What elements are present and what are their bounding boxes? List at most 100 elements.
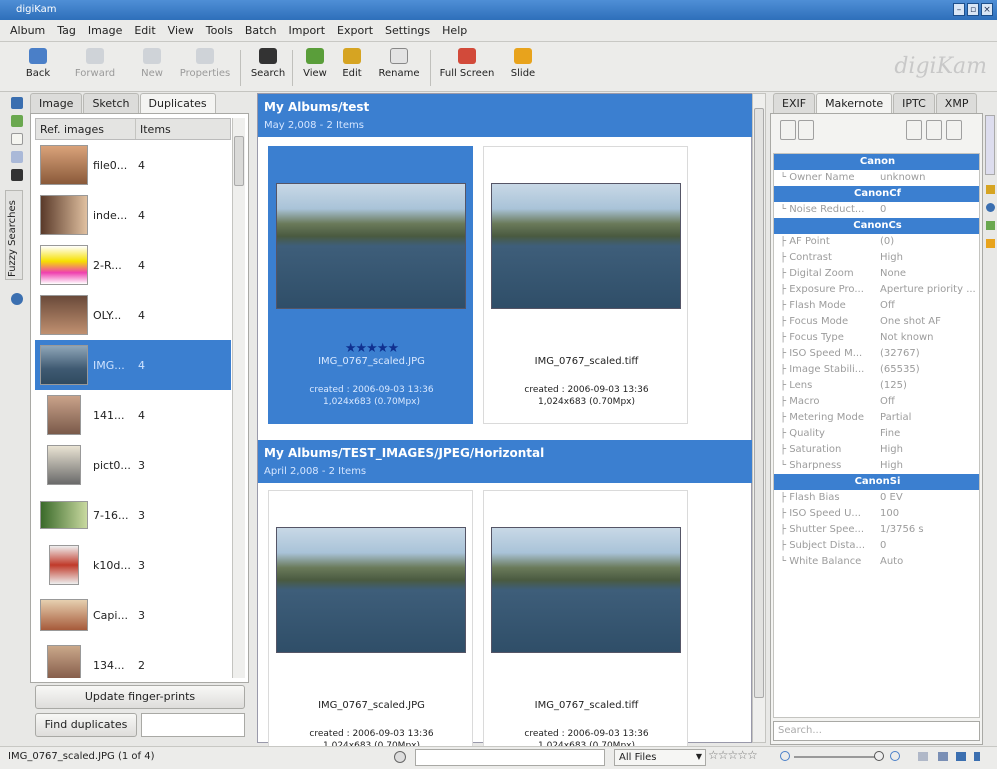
- metadata-row[interactable]: ├ ISO Speed U... 100: [774, 506, 979, 522]
- scrollbar-thumb[interactable]: [754, 108, 764, 698]
- menu-image[interactable]: Image: [88, 24, 122, 37]
- properties-button[interactable]: Properties: [176, 48, 234, 88]
- metadata-row[interactable]: └ Owner Name unknown: [774, 170, 979, 186]
- file-type-filter[interactable]: All Files ▼: [614, 749, 706, 766]
- metadata-row[interactable]: ├ Focus Type Not known: [774, 330, 979, 346]
- scrollbar-thumb[interactable]: [234, 136, 244, 186]
- full-view-icon[interactable]: [798, 120, 814, 140]
- column-items[interactable]: Items: [136, 119, 230, 139]
- metadata-row[interactable]: ├ Digital Zoom None: [774, 266, 979, 282]
- metadata-row[interactable]: ├ Focus Mode One shot AF: [774, 314, 979, 330]
- simple-view-icon[interactable]: [780, 120, 796, 140]
- tab-image[interactable]: Image: [30, 93, 83, 113]
- maximize-button[interactable]: ▫: [967, 3, 979, 16]
- find-duplicates-button[interactable]: Find duplicates: [35, 713, 137, 737]
- metadata-row[interactable]: ├ ISO Speed M... (32767): [774, 346, 979, 362]
- previous-image-icon[interactable]: [938, 752, 948, 761]
- metadata-row[interactable]: ├ AF Point (0): [774, 234, 979, 250]
- tags-icon[interactable]: [11, 115, 23, 127]
- map-search-icon[interactable]: [11, 293, 23, 305]
- duplicate-row[interactable]: 134... 2: [35, 640, 231, 678]
- full-screen-button[interactable]: Full Screen: [436, 48, 498, 88]
- new-button[interactable]: New: [138, 48, 166, 88]
- metadata-row[interactable]: ├ Shutter Spee... 1/3756 s: [774, 522, 979, 538]
- first-image-icon[interactable]: [918, 752, 928, 761]
- duplicate-row[interactable]: file0... 4: [35, 140, 231, 190]
- duplicate-row[interactable]: 141... 4: [35, 390, 231, 440]
- duplicates-scrollbar[interactable]: [232, 118, 245, 678]
- image-card[interactable]: IMG_0767_scaled.tiff created : 2006-09-0…: [483, 490, 688, 768]
- metadata-row[interactable]: ├ Metering Mode Partial: [774, 410, 979, 426]
- image-card[interactable]: ★★★★★ IMG_0767_scaled.JPG created : 2006…: [268, 146, 473, 424]
- duplicate-row[interactable]: pict0... 3: [35, 440, 231, 490]
- metadata-row[interactable]: ├ Lens (125): [774, 378, 979, 394]
- fuzzy-searches-tab[interactable]: Fuzzy Searches: [5, 190, 23, 280]
- zoom-out-icon[interactable]: [780, 751, 790, 761]
- metadata-row[interactable]: ├ Macro Off: [774, 394, 979, 410]
- metadata-row[interactable]: ├ Flash Mode Off: [774, 298, 979, 314]
- menu-help[interactable]: Help: [442, 24, 467, 37]
- tab-iptc[interactable]: IPTC: [893, 93, 935, 113]
- search-icon[interactable]: [11, 169, 23, 181]
- duplicate-row[interactable]: Capi... 3: [35, 590, 231, 640]
- duplicate-row[interactable]: 7-16... 3: [35, 490, 231, 540]
- tab-sketch[interactable]: Sketch: [83, 93, 139, 113]
- back-button[interactable]: Back: [22, 48, 54, 88]
- slide-button[interactable]: Slide: [508, 48, 538, 88]
- tab-makernote[interactable]: Makernote: [816, 93, 893, 113]
- metadata-row[interactable]: ├ Flash Bias 0 EV: [774, 490, 979, 506]
- menu-batch[interactable]: Batch: [245, 24, 277, 37]
- metadata-row[interactable]: ├ Exposure Pro... Aperture priority ...: [774, 282, 979, 298]
- edit-button[interactable]: Edit: [338, 48, 366, 88]
- properties-tab-icon[interactable]: [985, 115, 995, 175]
- metadata-row[interactable]: ├ Saturation High: [774, 442, 979, 458]
- icon-view-scrollbar[interactable]: [752, 93, 766, 743]
- duplicate-row[interactable]: OLY... 4: [35, 290, 231, 340]
- menu-export[interactable]: Export: [337, 24, 373, 37]
- copy-icon[interactable]: [946, 120, 962, 140]
- duplicate-row[interactable]: 2-R... 4: [35, 240, 231, 290]
- forward-button[interactable]: Forward: [72, 48, 118, 88]
- metadata-tab-icon[interactable]: [986, 185, 995, 194]
- menu-tag[interactable]: Tag: [57, 24, 76, 37]
- timeline-icon[interactable]: [11, 151, 23, 163]
- save-icon[interactable]: [906, 120, 922, 140]
- duplicate-row[interactable]: inde... 4: [35, 190, 231, 240]
- update-fingerprints-button[interactable]: Update finger-prints: [35, 685, 245, 709]
- duplicate-row[interactable]: IMG... 4: [35, 340, 231, 390]
- metadata-row[interactable]: ├ Image Stabili... (65535): [774, 362, 979, 378]
- menu-import[interactable]: Import: [289, 24, 326, 37]
- image-card[interactable]: IMG_0767_scaled.JPG created : 2006-09-03…: [268, 490, 473, 768]
- column-ref-images[interactable]: Ref. images: [36, 119, 136, 139]
- metadata-row[interactable]: └ Noise Reduct... 0: [774, 202, 979, 218]
- filters-tab-icon[interactable]: [986, 239, 995, 248]
- menu-edit[interactable]: Edit: [134, 24, 155, 37]
- zoom-in-icon[interactable]: [890, 751, 900, 761]
- rename-button[interactable]: Rename: [374, 48, 424, 88]
- filter-search-icon[interactable]: [394, 751, 406, 763]
- duplicate-row[interactable]: k10d... 3: [35, 540, 231, 590]
- menu-view[interactable]: View: [168, 24, 194, 37]
- text-filter-input[interactable]: [415, 749, 605, 766]
- zoom-slider-handle[interactable]: [874, 751, 884, 761]
- view-button[interactable]: View: [300, 48, 330, 88]
- tab-exif[interactable]: EXIF: [773, 93, 816, 113]
- metadata-row[interactable]: ├ Subject Dista... 0: [774, 538, 979, 554]
- metadata-search-input[interactable]: Search...: [773, 721, 980, 741]
- calendar-icon[interactable]: [11, 133, 23, 145]
- close-button[interactable]: ×: [981, 3, 993, 16]
- print-icon[interactable]: [926, 120, 942, 140]
- last-image-icon[interactable]: [974, 752, 980, 761]
- metadata-row[interactable]: └ Sharpness High: [774, 458, 979, 474]
- minimize-button[interactable]: –: [953, 3, 965, 16]
- menu-tools[interactable]: Tools: [206, 24, 233, 37]
- rating-stars[interactable]: ★★★★★: [269, 341, 474, 356]
- tab-duplicates[interactable]: Duplicates: [139, 93, 216, 113]
- geolocation-tab-icon[interactable]: [986, 203, 995, 212]
- menu-settings[interactable]: Settings: [385, 24, 430, 37]
- metadata-row[interactable]: ├ Quality Fine: [774, 426, 979, 442]
- find-duplicates-input[interactable]: [141, 713, 245, 737]
- next-image-icon[interactable]: [956, 752, 966, 761]
- metadata-row[interactable]: ├ Contrast High: [774, 250, 979, 266]
- search-button[interactable]: Search: [248, 48, 288, 88]
